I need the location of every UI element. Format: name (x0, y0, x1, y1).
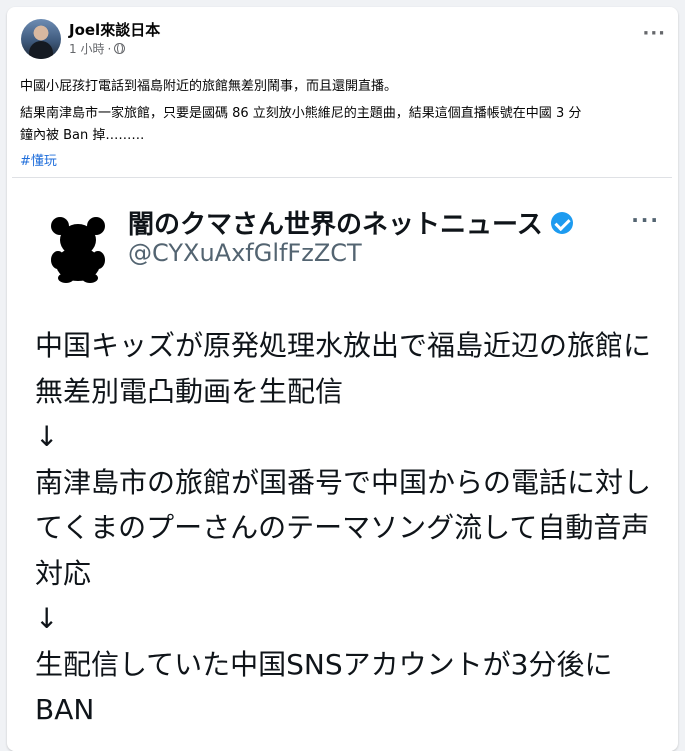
post-text-line-2: 結果南津島市一家旅館，只要是國碼 86 立刻放小熊維尼的主題曲，結果這個直播帳號… (20, 106, 582, 121)
tweet-name-text: 闇のクマさん世界のネットニュース (128, 210, 543, 240)
tweet-arrow: ↓ (35, 420, 59, 453)
tweet-arrow: ↓ (35, 602, 59, 635)
tweet-body: 中国キッズが原発処理水放出で福島近辺の旅館に 無差別電凸動画を生配信 ↓ 南津島… (35, 323, 651, 733)
meta-separator: · (107, 41, 112, 56)
author-avatar[interactable] (21, 19, 61, 59)
tweet-line: 中国キッズが原発処理水放出で福島近辺の旅館に (35, 329, 652, 362)
post-time[interactable]: 1 小時 (69, 40, 104, 57)
facebook-post: Joel來談日本 1 小時 · ··· 中國小屁孩打電話到福島附近的旅館無差別鬧… (7, 7, 678, 751)
tweet-line: 南津島市の旅館が国番号で中国からの電話に対し (35, 465, 652, 499)
tweet-line: てくまのプーさんのテーマソング流して自動音声 (35, 511, 650, 544)
black-bear-icon (38, 204, 118, 284)
post-text-line-1: 中國小屁孩打電話到福島附近的旅館無差別鬧事，而且還開直播。 (20, 79, 398, 94)
globe-icon[interactable] (114, 43, 126, 54)
tweet-display-name: 闇のクマさん世界のネットニュース (128, 204, 573, 241)
author-name[interactable]: Joel來談日本 (69, 19, 160, 40)
more-options-icon[interactable]: ··· (642, 25, 666, 43)
post-text-line-3: 鐘內被 Ban 掉……… (20, 128, 145, 143)
tweet-line: 対応 (35, 556, 92, 590)
tweet-more-icon: ··· (631, 208, 660, 232)
hashtag-link[interactable]: #懂玩 (20, 150, 57, 169)
tweet-handle: @CYXuAxfGlfFzZCT (128, 239, 362, 267)
verified-badge-icon (550, 211, 573, 234)
tweet-line: 無差別電凸動画を生配信 (35, 374, 344, 408)
post-meta: 1 小時 · (69, 40, 126, 57)
embedded-tweet-image[interactable]: 闇のクマさん世界のネットニュース @CYXuAxfGlfFzZCT ··· 中国… (12, 177, 672, 751)
tweet-line: 生配信していた中国SNSアカウントが3分後に (35, 647, 613, 681)
tweet-line: BAN (35, 693, 95, 726)
